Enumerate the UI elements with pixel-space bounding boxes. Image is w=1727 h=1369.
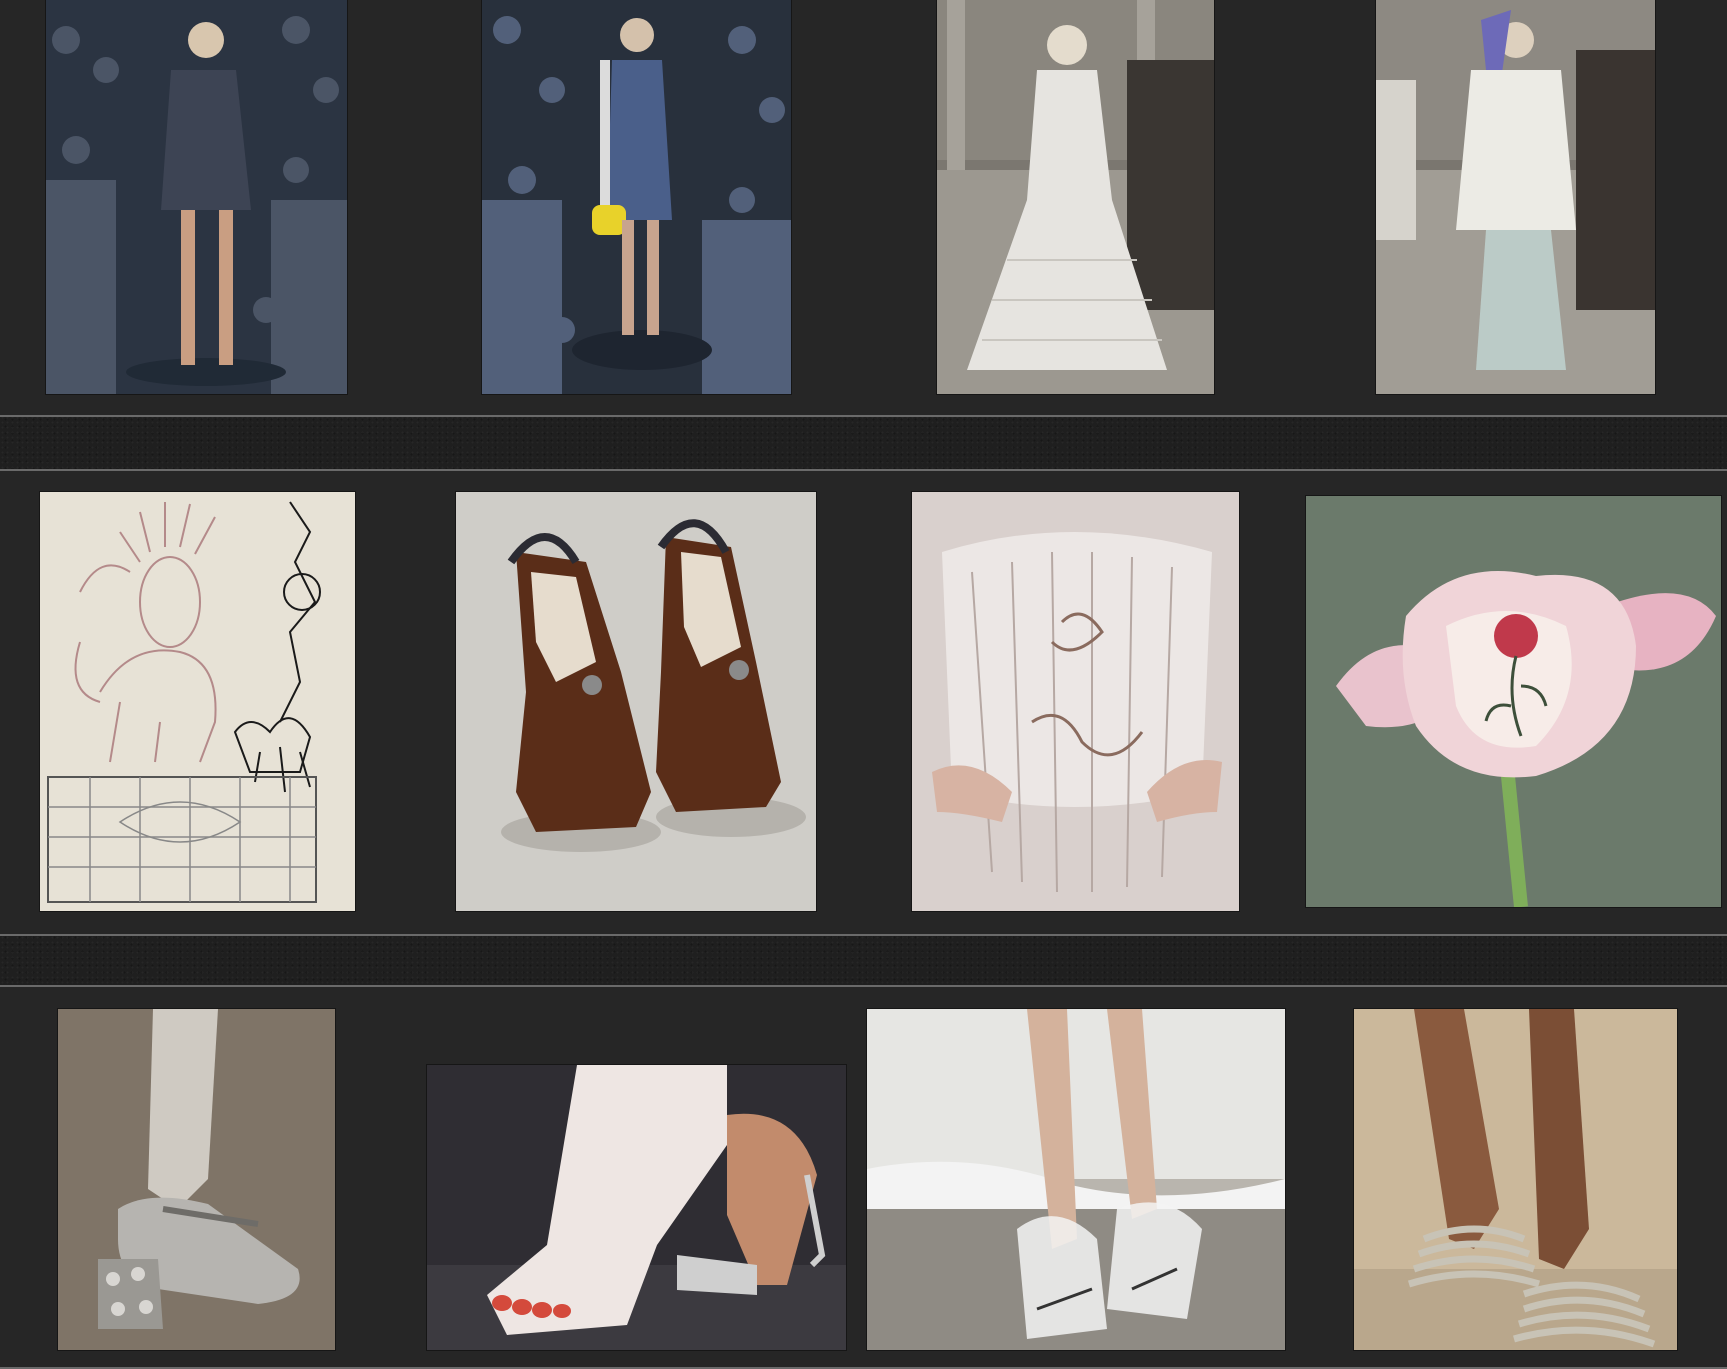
tattooed-rose-photo <box>1306 496 1721 907</box>
striped-minidress-yellow-bag-photo <box>482 0 791 394</box>
white-blazer-sheer-skirt-runway-photo <box>1376 0 1655 394</box>
sheer-lace-corset-photo <box>912 492 1239 911</box>
gold-coil-mules-photo <box>1354 1009 1677 1350</box>
white-ruffle-gown-runway-photo <box>937 0 1214 394</box>
denim-dress-crowd-photo <box>46 0 347 394</box>
silver-jeweled-heel-photo <box>58 1009 335 1350</box>
engraved-lion-and-rose-drawing <box>40 492 355 911</box>
brown-toe-shoes-photo <box>456 492 816 911</box>
plaster-cast-and-heel-photo <box>427 1065 846 1350</box>
plastic-bag-feet-on-shore-photo <box>867 1009 1285 1350</box>
